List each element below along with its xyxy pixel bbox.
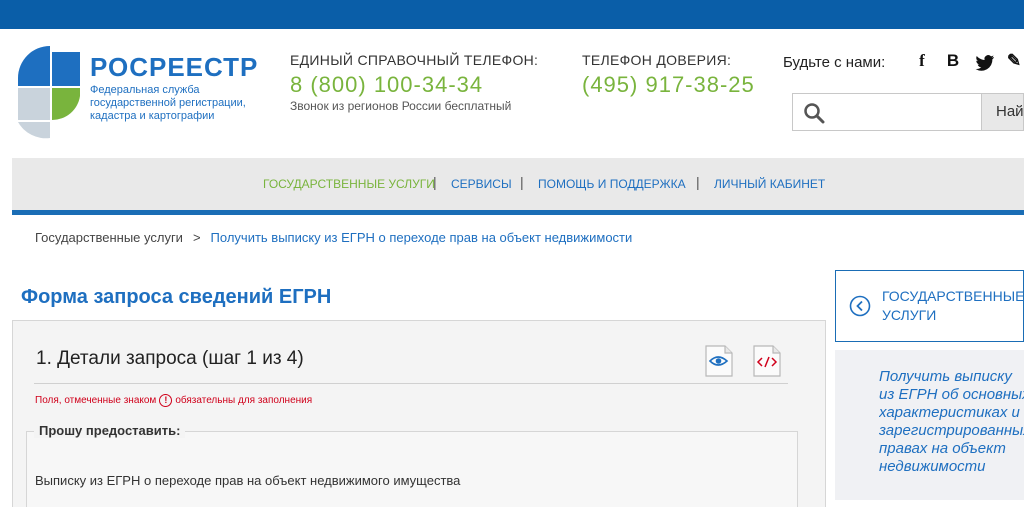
- twitter-icon[interactable]: [975, 52, 995, 74]
- chevron-left-icon: [849, 295, 871, 317]
- brand-subtitle-line: государственной регистрации,: [90, 97, 246, 109]
- nav-underline: [12, 210, 1024, 215]
- required-mark-icon: !: [159, 394, 173, 407]
- vk-icon[interactable]: B: [943, 50, 963, 72]
- search-icon: [804, 103, 825, 124]
- nav-separator: |: [433, 174, 437, 190]
- site-logo[interactable]: РОСРЕЕСТР Федеральная служба государстве…: [16, 44, 259, 144]
- main-nav: ГОСУДАРСТВЕННЫЕ УСЛУГИ | СЕРВИСЫ | ПОМОЩ…: [12, 158, 1024, 210]
- section-legend: Прошу предоставить:: [34, 423, 186, 438]
- trust-line-label: ТЕЛЕФОН ДОВЕРИЯ:: [582, 52, 732, 68]
- brand-subtitle-line: Федеральная служба: [90, 84, 200, 96]
- step-title: 1. Детали запроса (шаг 1 из 4): [36, 348, 304, 369]
- brand-title: РОСРЕЕСТР: [90, 52, 259, 82]
- sidebar-back-label: ГОСУДАРСТВЕННЫЕ УСЛУГИ: [882, 287, 1024, 325]
- breadcrumb-home[interactable]: Государственные услуги: [35, 230, 183, 245]
- top-bar: [0, 0, 1024, 29]
- blog-icon[interactable]: ✎: [1004, 50, 1024, 72]
- rosreestr-logo-icon: [18, 46, 80, 139]
- brand-subtitle-line: кадастра и картографии: [90, 110, 215, 122]
- hotline-number[interactable]: 8 (800) 100-34-34: [290, 72, 483, 98]
- sidebar-back-label-line: УСЛУГИ: [882, 307, 937, 323]
- sidebar-related-line: из ЕГРН об основных: [879, 386, 1024, 403]
- nav-item-account[interactable]: ЛИЧНЫЙ КАБИНЕТ: [714, 177, 825, 191]
- sidebar-back-label-line: ГОСУДАРСТВЕННЫЕ: [882, 288, 1024, 304]
- nav-item-help[interactable]: ПОМОЩЬ И ПОДДЕРЖКА: [538, 177, 686, 191]
- brand-subtitle: Федеральная служба государственной регис…: [90, 84, 260, 123]
- required-fields-note: Поля, отмеченные знаком! обязательны для …: [35, 394, 312, 407]
- required-note-text: обязательны для заполнения: [175, 395, 313, 407]
- page: РОСРЕЕСТР Федеральная служба государстве…: [0, 0, 1024, 507]
- nav-separator: |: [520, 174, 524, 190]
- sidebar-related-line: характеристиках и: [879, 404, 1020, 421]
- page-title: Форма запроса сведений ЕГРН: [21, 286, 332, 308]
- request-type-option[interactable]: Выписку из ЕГРН о переходе прав на объек…: [35, 473, 460, 488]
- social-label: Будьте с нами:: [783, 54, 886, 71]
- required-note-text: Поля, отмеченные знаком: [35, 395, 157, 407]
- nav-item-state-services[interactable]: ГОСУДАРСТВЕННЫЕ УСЛУГИ: [263, 177, 435, 191]
- search-button[interactable]: Найти: [982, 93, 1024, 131]
- request-type-section: [26, 431, 798, 507]
- view-document-icon[interactable]: [703, 344, 735, 378]
- sidebar-related-line: зарегистрированных: [879, 422, 1024, 439]
- sidebar-related-line: Получить выписку: [879, 368, 1012, 385]
- nav-item-services[interactable]: СЕРВИСЫ: [451, 177, 512, 191]
- sidebar-related-link[interactable]: Получить выписку из ЕГРН об основных хар…: [879, 368, 1024, 476]
- hotline-note: Звонок из регионов России бесплатный: [290, 99, 512, 113]
- trust-line-number[interactable]: (495) 917-38-25: [582, 72, 755, 98]
- breadcrumb-current[interactable]: Получить выписку из ЕГРН о переходе прав…: [211, 230, 633, 245]
- sidebar-related-line: правах на объект: [879, 440, 1006, 457]
- facebook-icon[interactable]: f: [912, 50, 932, 72]
- nav-separator: |: [696, 174, 700, 190]
- search-input[interactable]: [792, 93, 982, 131]
- breadcrumb: Государственные услуги > Получить выписку …: [35, 230, 632, 245]
- sidebar-related-line: недвижимости: [879, 458, 986, 475]
- xml-document-icon[interactable]: [751, 344, 783, 378]
- breadcrumb-separator: >: [192, 230, 201, 245]
- step-divider: [34, 383, 788, 384]
- hotline-label: ЕДИНЫЙ СПРАВОЧНЫЙ ТЕЛЕФОН:: [290, 52, 539, 68]
